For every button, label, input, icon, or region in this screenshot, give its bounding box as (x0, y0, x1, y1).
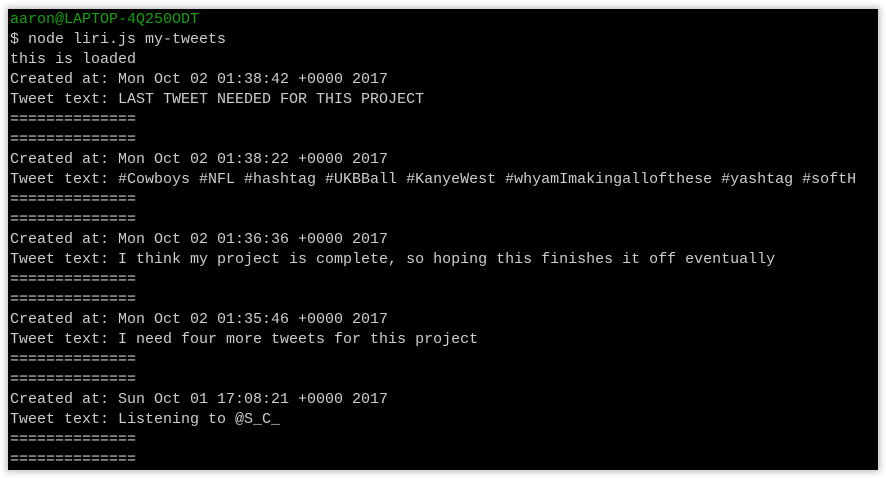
separator: ============== (10, 371, 137, 388)
tweet-created: Created at: Mon Oct 02 01:38:22 +0000 20… (10, 151, 389, 168)
loaded-message: this is loaded (10, 51, 137, 68)
separator: ============== (10, 111, 137, 128)
tweet-text: Tweet text: Listening to @S_C_ (10, 411, 281, 428)
separator: ============== (10, 211, 137, 228)
terminal-window[interactable]: aaron@LAPTOP-4Q250ODT $ node liri.js my-t… (8, 9, 878, 470)
tweet-created: Created at: Mon Oct 02 01:35:46 +0000 20… (10, 311, 389, 328)
separator: ============== (10, 271, 137, 288)
prompt-user-host: aaron@LAPTOP-4Q250ODT (10, 11, 200, 28)
separator: ============== (10, 131, 137, 148)
separator: ============== (10, 431, 137, 448)
command-line: $ node liri.js my-tweets (10, 31, 227, 48)
separator: ============== (10, 351, 137, 368)
separator: ============== (10, 451, 137, 468)
tweet-text: Tweet text: I think my project is comple… (10, 251, 776, 268)
separator: ============== (10, 191, 137, 208)
separator: ============== (10, 291, 137, 308)
tweet-list: Created at: Mon Oct 02 01:38:42 +0000 20… (10, 70, 878, 470)
terminal-output: aaron@LAPTOP-4Q250ODT $ node liri.js my-t… (10, 10, 878, 470)
tweet-created: Created at: Mon Oct 02 01:36:36 +0000 20… (10, 231, 389, 248)
tweet-created: Created at: Mon Oct 02 01:38:42 +0000 20… (10, 71, 389, 88)
tweet-text: Tweet text: LAST TWEET NEEDED FOR THIS P… (10, 91, 425, 108)
tweet-text: Tweet text: #Cowboys #NFL #hashtag #UKBB… (10, 171, 857, 188)
tweet-text: Tweet text: I need four more tweets for … (10, 331, 479, 348)
tweet-created: Created at: Sun Oct 01 17:08:21 +0000 20… (10, 391, 389, 408)
